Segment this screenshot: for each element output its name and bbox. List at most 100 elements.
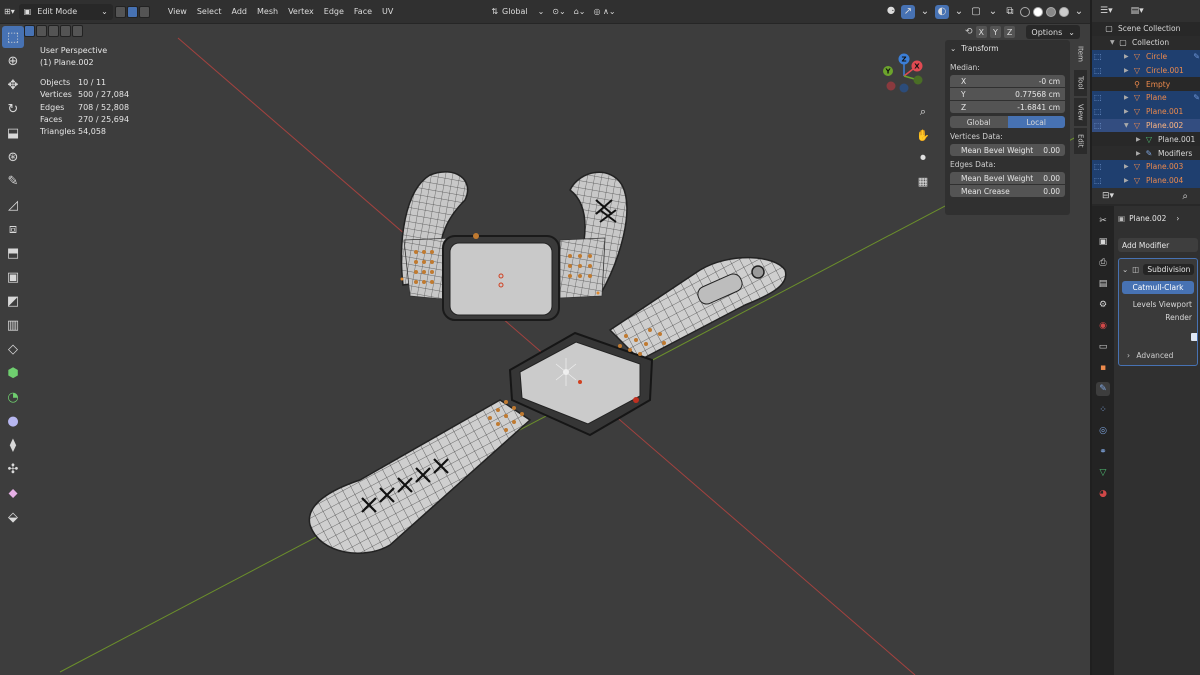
- gizmo-neg-z-icon[interactable]: [899, 83, 909, 93]
- modifier-tab-icon[interactable]: ✎: [1096, 382, 1110, 396]
- outliner-editor-icon[interactable]: ☰▾: [1100, 6, 1113, 16]
- menu-mesh[interactable]: Mesh: [253, 4, 282, 20]
- material-shading-icon[interactable]: [1046, 6, 1056, 17]
- menu-edge[interactable]: Edge: [320, 4, 348, 20]
- render-tab-icon[interactable]: ▣: [1096, 235, 1110, 249]
- outliner-row-plane[interactable]: ⬚ ▶ ▽ Plane ✎: [1092, 90, 1200, 105]
- outliner-row-modifiers[interactable]: ▶ ✎ Modifiers: [1092, 146, 1200, 160]
- properties-editor-icon[interactable]: ⊟▾: [1102, 191, 1114, 201]
- output-tab-icon[interactable]: ⎙: [1096, 256, 1110, 270]
- select-subtract-button[interactable]: [48, 25, 59, 37]
- annotate-tool-icon[interactable]: ✎: [2, 170, 24, 192]
- outliner-row-scene-collection[interactable]: ▢ Scene Collection: [1092, 22, 1200, 36]
- menu-add[interactable]: Add: [228, 4, 252, 20]
- menu-select[interactable]: Select: [193, 4, 226, 20]
- solid-shading-icon[interactable]: [1033, 6, 1043, 17]
- bevel-tool-icon[interactable]: ◩: [2, 290, 24, 312]
- physics-tab-icon[interactable]: ◎: [1096, 424, 1110, 438]
- editor-type-button[interactable]: ⊞▾: [0, 4, 19, 20]
- snap-toggle[interactable]: ⌂⌄: [570, 4, 590, 20]
- tab-tool[interactable]: Tool: [1074, 70, 1087, 96]
- proportional-toggle[interactable]: ◎ ∧⌄: [589, 4, 619, 20]
- select-invert-button[interactable]: [60, 25, 71, 37]
- outliner-row-plane-002[interactable]: ⬚ ▼ ▽ Plane.002: [1092, 118, 1200, 133]
- gizmo-neg-x-icon[interactable]: [886, 81, 896, 91]
- collection-tab-icon[interactable]: ▭: [1096, 340, 1110, 354]
- menu-uv[interactable]: UV: [378, 4, 397, 20]
- global-button[interactable]: Global: [950, 116, 1008, 128]
- median-y-field[interactable]: Y 0.77568 cm: [950, 88, 1065, 100]
- outliner-row-plane-001[interactable]: ⬚ ▶ ▽ Plane.001: [1092, 104, 1200, 119]
- vertex-bevel-weight-field[interactable]: Mean Bevel Weight 0.00: [950, 144, 1065, 156]
- edge-select-button[interactable]: [126, 5, 138, 18]
- visibility-icon[interactable]: ⚈: [884, 5, 898, 19]
- knife-tool-icon[interactable]: ◇: [2, 338, 24, 360]
- outliner-row-plane-003[interactable]: ⬚ ▶ ▽ Plane.003: [1092, 159, 1200, 174]
- scene-tab-icon[interactable]: ⚙: [1096, 298, 1110, 312]
- mean-crease-field[interactable]: Mean Crease 0.00: [950, 185, 1065, 197]
- constraints-tab-icon[interactable]: ⚭: [1096, 445, 1110, 459]
- median-x-field[interactable]: X -0 cm: [950, 75, 1065, 87]
- loop-cut-tool-icon[interactable]: ▥: [2, 314, 24, 336]
- mirror-x-button[interactable]: X: [975, 26, 988, 38]
- outliner-row-collection[interactable]: ▼ ▢ Collection: [1092, 35, 1200, 50]
- inset-tool-icon[interactable]: ▣: [2, 266, 24, 288]
- transform-tool-icon[interactable]: ⊛: [2, 146, 24, 168]
- measure-tool-icon[interactable]: ◿: [2, 194, 24, 216]
- wireframe-shading-icon[interactable]: [1020, 6, 1030, 17]
- chevron-down-icon[interactable]: ⌄: [986, 5, 1000, 19]
- catmull-clark-button[interactable]: Catmull-Clark: [1122, 281, 1194, 294]
- material-tab-icon[interactable]: ◕: [1096, 487, 1110, 501]
- face-select-button[interactable]: [138, 5, 150, 18]
- outliner-row-circle-001[interactable]: ⬚ ▶ ▽ Circle.001: [1092, 63, 1200, 78]
- overlay-toggle-icon[interactable]: ◐: [935, 4, 949, 19]
- chevron-down-icon[interactable]: ⌄: [918, 5, 932, 19]
- menu-view[interactable]: View: [164, 4, 191, 20]
- pivot-dropdown[interactable]: ⊙⌄: [548, 4, 569, 20]
- world-tab-icon[interactable]: ◉: [1096, 319, 1110, 333]
- smooth-tool-icon[interactable]: ●: [2, 410, 24, 432]
- edge-slide-tool-icon[interactable]: ⧫: [2, 434, 24, 456]
- chevron-down-icon[interactable]: ⌄: [952, 5, 966, 19]
- vertex-select-button[interactable]: [114, 5, 126, 18]
- outliner-row-plane-004[interactable]: ⬚ ▶ ▽ Plane.004: [1092, 173, 1200, 188]
- add-cube-tool-icon[interactable]: ⧈: [2, 218, 24, 240]
- local-button[interactable]: Local: [1007, 116, 1065, 128]
- camera-icon[interactable]: ⏺: [915, 150, 931, 166]
- view-layer-tab-icon[interactable]: ▤: [1096, 277, 1110, 291]
- menu-vertex[interactable]: Vertex: [284, 4, 318, 20]
- navigation-gizmo[interactable]: Z X Y: [878, 50, 930, 102]
- tab-edit[interactable]: Edit: [1074, 128, 1087, 154]
- outliner-row-circle[interactable]: ⬚ ▶ ▽ Circle ✎: [1092, 49, 1200, 64]
- particles-tab-icon[interactable]: ⁘: [1096, 403, 1110, 417]
- select-intersect-button[interactable]: [72, 25, 83, 37]
- rotate-tool-icon[interactable]: ↻: [2, 98, 24, 120]
- tab-item[interactable]: Item: [1074, 40, 1087, 68]
- add-modifier-button[interactable]: Add Modifier: [1118, 238, 1198, 252]
- scale-tool-icon[interactable]: ⬓: [2, 122, 24, 144]
- tool-tab-icon[interactable]: ✂: [1096, 214, 1110, 228]
- search-icon[interactable]: ⌕: [1182, 191, 1188, 202]
- mirror-y-button[interactable]: Y: [990, 26, 1001, 38]
- move-tool-icon[interactable]: ✥: [2, 74, 24, 96]
- menu-face[interactable]: Face: [350, 4, 376, 20]
- median-z-field[interactable]: Z -1.6841 cm: [950, 101, 1065, 113]
- mirror-z-button[interactable]: Z: [1003, 26, 1016, 38]
- mode-dropdown[interactable]: ▣ Edit Mode ⌄: [18, 3, 113, 20]
- options-dropdown[interactable]: Options ⌄: [1026, 25, 1080, 39]
- data-tab-icon[interactable]: ▽: [1096, 466, 1110, 480]
- cursor-tool-icon[interactable]: ⊕: [2, 50, 24, 72]
- rendered-shading-icon[interactable]: [1059, 6, 1069, 17]
- edge-bevel-weight-field[interactable]: Mean Bevel Weight 0.00: [950, 172, 1065, 184]
- transform-panel-header[interactable]: ⌄ Transform: [950, 44, 1065, 53]
- select-box-tool-icon[interactable]: ⬚: [2, 26, 24, 48]
- display-mode-icon[interactable]: ▤▾: [1131, 6, 1144, 16]
- advanced-subpanel[interactable]: › Advanced: [1127, 351, 1173, 360]
- poly-build-tool-icon[interactable]: ⬢: [2, 362, 24, 384]
- spin-tool-icon[interactable]: ◔: [2, 386, 24, 408]
- mesh-edit-overlay-icon[interactable]: ▢: [969, 5, 983, 19]
- select-extend-button[interactable]: [36, 25, 47, 37]
- orientation-dropdown[interactable]: ⇅ Global ⌄: [487, 4, 548, 20]
- outliner-row-mesh-data[interactable]: ▶ ▽ Plane.001: [1092, 132, 1200, 146]
- hand-pan-icon[interactable]: ✋: [915, 127, 931, 143]
